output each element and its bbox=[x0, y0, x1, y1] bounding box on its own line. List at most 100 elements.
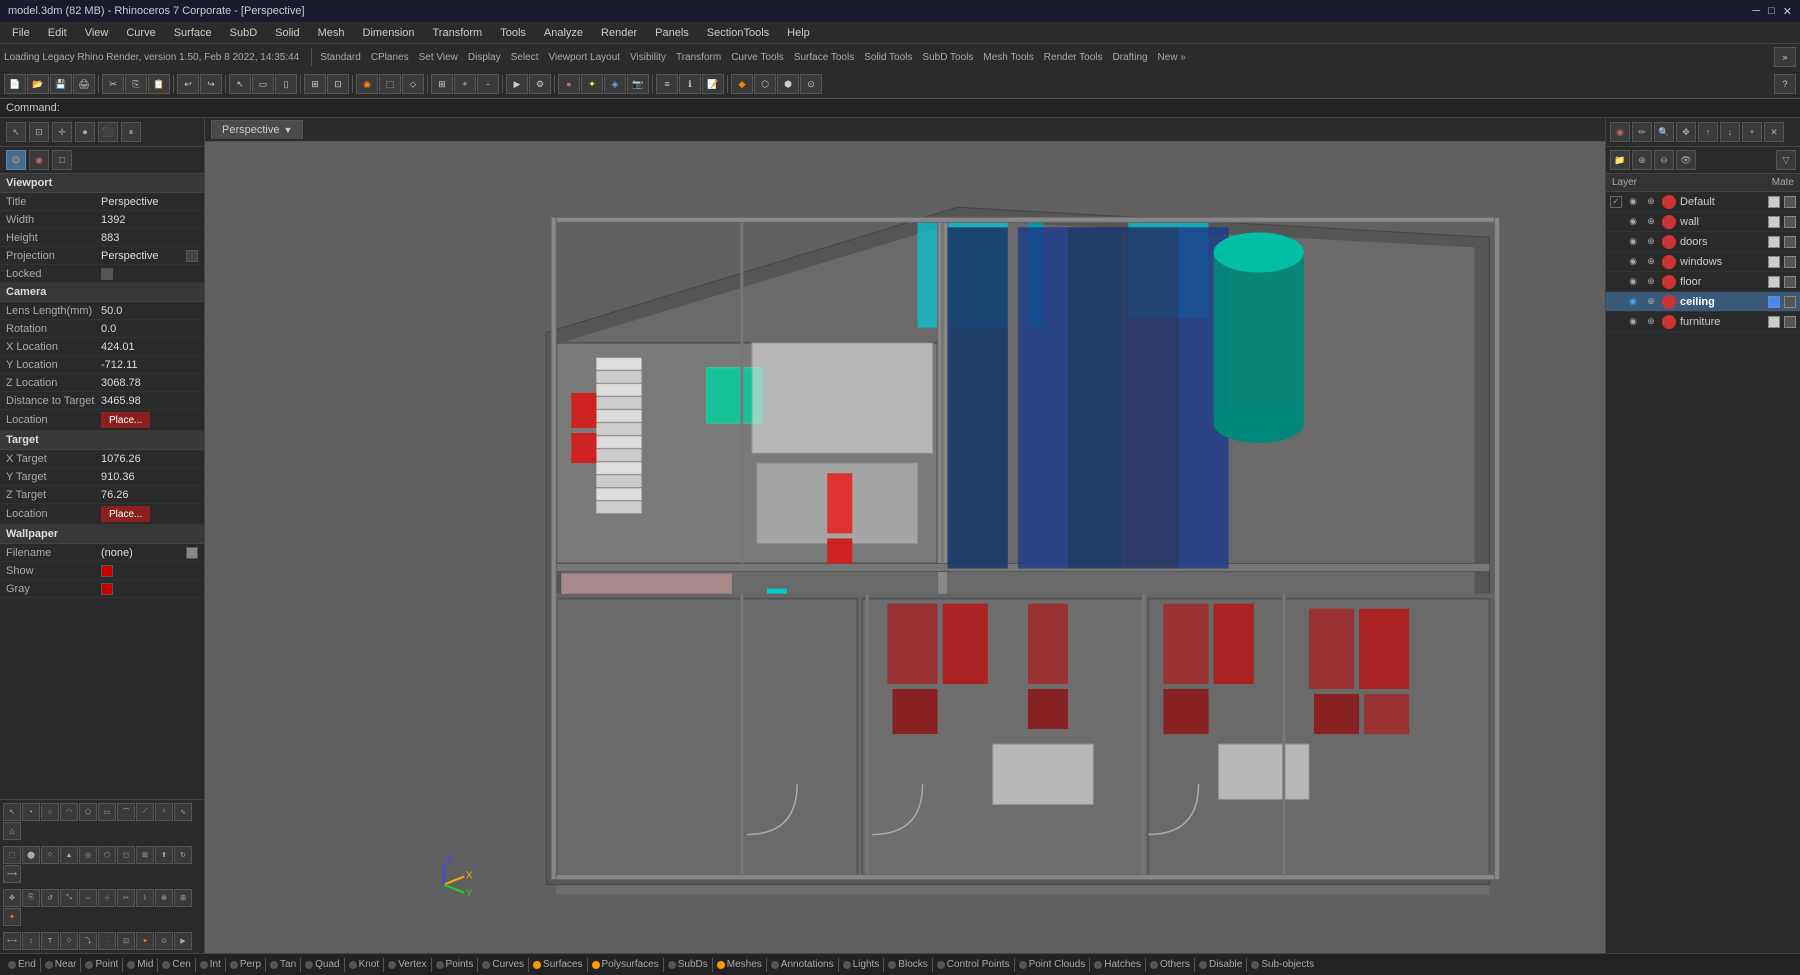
tb-window-sel[interactable]: ▭ bbox=[252, 74, 274, 94]
toolbar-transform[interactable]: Transform bbox=[672, 52, 725, 63]
tool-split[interactable]: ⌇ bbox=[136, 889, 154, 907]
status-lights[interactable]: Lights bbox=[843, 959, 880, 970]
menu-sectiontools[interactable]: SectionTools bbox=[699, 25, 777, 41]
maximize-btn[interactable]: □ bbox=[1768, 5, 1775, 17]
tool-render2[interactable]: ▶ bbox=[174, 932, 192, 950]
tool-pt2[interactable]: ⊡ bbox=[117, 932, 135, 950]
rp-expand-icon[interactable]: ⊕ bbox=[1632, 150, 1652, 170]
rp-edit-icon[interactable]: ✏ bbox=[1632, 122, 1652, 142]
tb-redo[interactable]: ↪ bbox=[200, 74, 222, 94]
tool-poly[interactable]: ⬠ bbox=[79, 803, 97, 821]
tool-leader[interactable]: ⤵ bbox=[79, 932, 97, 950]
tool-cone[interactable]: ▲ bbox=[60, 846, 78, 864]
tb-crossing-sel[interactable]: ▯ bbox=[275, 74, 297, 94]
status-point-clouds[interactable]: Point Clouds bbox=[1019, 959, 1086, 970]
tool-cyl2[interactable]: ⬦ bbox=[41, 846, 59, 864]
status-tan[interactable]: Tan bbox=[270, 959, 296, 970]
tb-light[interactable]: ✦ bbox=[581, 74, 603, 94]
rp-move-icon[interactable]: ✥ bbox=[1676, 122, 1696, 142]
tb-xtra3[interactable]: ⬢ bbox=[777, 74, 799, 94]
layer-lock-windows[interactable]: ⊕ bbox=[1644, 255, 1658, 269]
close-btn[interactable]: ✕ bbox=[1783, 5, 1792, 18]
tool-surface[interactable]: ◻ bbox=[117, 846, 135, 864]
tool-history[interactable]: ✦ bbox=[136, 932, 154, 950]
status-quad[interactable]: Quad bbox=[305, 959, 339, 970]
lp-pause-icon[interactable]: ⏸ bbox=[121, 122, 141, 142]
perspective-tab[interactable]: Perspective ▼ bbox=[211, 120, 303, 139]
tb-select[interactable]: ↖ bbox=[229, 74, 251, 94]
tool-rect[interactable]: ▭ bbox=[98, 803, 116, 821]
layer-mat2-furniture[interactable] bbox=[1784, 316, 1796, 328]
status-mid[interactable]: Mid bbox=[127, 959, 153, 970]
tb-xtra4[interactable]: ⊙ bbox=[800, 74, 822, 94]
tool-curve[interactable]: ⌒ bbox=[117, 803, 135, 821]
status-control-points[interactable]: Control Points bbox=[937, 959, 1010, 970]
layer-mat2-ceiling[interactable] bbox=[1784, 296, 1796, 308]
layer-lock-wall[interactable]: ⊕ bbox=[1644, 215, 1658, 229]
menu-surface[interactable]: Surface bbox=[166, 25, 220, 41]
tb-open[interactable]: 📂 bbox=[27, 74, 49, 94]
tool-box[interactable]: ⬚ bbox=[3, 846, 21, 864]
target-section-header[interactable]: Target bbox=[0, 431, 204, 450]
layer-mat-ceiling[interactable] bbox=[1768, 296, 1780, 308]
menu-view[interactable]: View bbox=[77, 25, 117, 41]
status-sub-objects[interactable]: Sub-objects bbox=[1251, 959, 1314, 970]
toolbar-solid-tools[interactable]: Solid Tools bbox=[860, 52, 916, 63]
lp-stop-icon[interactable]: ⬛ bbox=[98, 122, 118, 142]
toolbar-render-tools[interactable]: Render Tools bbox=[1040, 52, 1107, 63]
layer-lock-doors[interactable]: ⊕ bbox=[1644, 235, 1658, 249]
toolbar-surface-tools[interactable]: Surface Tools bbox=[790, 52, 858, 63]
tool-hatch[interactable]: ⬦ bbox=[60, 932, 78, 950]
tool-rotate[interactable]: ↺ bbox=[41, 889, 59, 907]
rp-vis-icon[interactable]: 👁 bbox=[1676, 150, 1696, 170]
lp-gumball-icon[interactable]: ✛ bbox=[52, 122, 72, 142]
perspective-dropdown-icon[interactable]: ▼ bbox=[283, 125, 292, 135]
rp-down-icon[interactable]: ↓ bbox=[1720, 122, 1740, 142]
rp-add-icon[interactable]: + bbox=[1742, 122, 1762, 142]
layer-mat-windows[interactable] bbox=[1768, 256, 1780, 268]
status-hatches[interactable]: Hatches bbox=[1094, 959, 1141, 970]
layer-lock-default[interactable]: ⊕ bbox=[1644, 195, 1658, 209]
tb-cut[interactable]: ✂ bbox=[102, 74, 124, 94]
layer-mat2-windows[interactable] bbox=[1784, 256, 1796, 268]
lp-light-icon[interactable]: □ bbox=[52, 150, 72, 170]
tool-pt[interactable]: · bbox=[98, 932, 116, 950]
layer-visibility-doors[interactable]: ◉ bbox=[1626, 235, 1640, 249]
toolbar-scroll-btn[interactable]: » bbox=[1774, 47, 1796, 67]
layer-mat-furniture[interactable] bbox=[1768, 316, 1780, 328]
status-vertex[interactable]: Vertex bbox=[388, 959, 426, 970]
layer-lock-furniture[interactable]: ⊕ bbox=[1644, 315, 1658, 329]
toolbar-standard[interactable]: Standard bbox=[316, 52, 365, 63]
tool-explode[interactable]: ✦ bbox=[3, 908, 21, 926]
tb-paste[interactable]: 📋 bbox=[148, 74, 170, 94]
tool-copy2[interactable]: ⎘ bbox=[22, 889, 40, 907]
status-knot[interactable]: Knot bbox=[349, 959, 380, 970]
tool-join[interactable]: ⊕ bbox=[155, 889, 173, 907]
tool-pline[interactable]: ⟊ bbox=[155, 803, 173, 821]
menu-file[interactable]: File bbox=[4, 25, 38, 41]
tool-dot1[interactable]: • bbox=[22, 803, 40, 821]
tb-new[interactable]: 📄 bbox=[4, 74, 26, 94]
menu-solid[interactable]: Solid bbox=[267, 25, 307, 41]
camera-place-btn[interactable]: Place... bbox=[101, 412, 150, 428]
status-polysurfaces[interactable]: Polysurfaces bbox=[592, 959, 659, 970]
tb-print[interactable]: 🖨 bbox=[73, 74, 95, 94]
toolbar-select[interactable]: Select bbox=[507, 52, 543, 63]
lp-record-icon[interactable]: ⏺ bbox=[75, 122, 95, 142]
tool-sweep[interactable]: ⟿ bbox=[3, 865, 21, 883]
layer-mat-doors[interactable] bbox=[1768, 236, 1780, 248]
toolbar-curve-tools[interactable]: Curve Tools bbox=[727, 52, 788, 63]
layer-wall[interactable]: ◉ ⊕ wall bbox=[1606, 212, 1800, 232]
layer-visibility-windows[interactable]: ◉ bbox=[1626, 255, 1640, 269]
layer-visibility-furniture[interactable]: ◉ bbox=[1626, 315, 1640, 329]
status-perp[interactable]: Perp bbox=[230, 959, 261, 970]
tb-xtra1[interactable]: ◆ bbox=[731, 74, 753, 94]
tool-trim[interactable]: ✂ bbox=[117, 889, 135, 907]
rp-color-icon[interactable]: ◉ bbox=[1610, 122, 1630, 142]
tb-render[interactable]: ▶ bbox=[506, 74, 528, 94]
tool-sphere2[interactable]: ⬤ bbox=[22, 846, 40, 864]
tb-xtra2[interactable]: ⬡ bbox=[754, 74, 776, 94]
tool-circle[interactable]: ○ bbox=[41, 803, 59, 821]
status-blocks[interactable]: Blocks bbox=[888, 959, 927, 970]
menu-panels[interactable]: Panels bbox=[647, 25, 697, 41]
